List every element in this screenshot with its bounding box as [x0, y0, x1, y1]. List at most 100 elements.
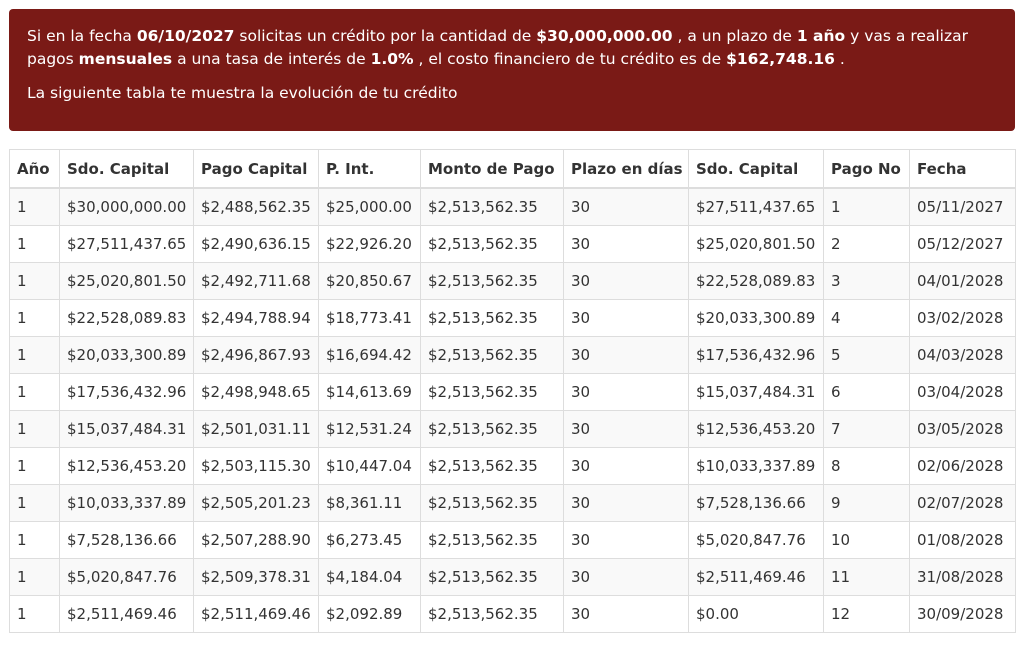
cell-term-days: 30: [563, 225, 689, 263]
cell-year: 1: [9, 262, 60, 300]
cell-interest: $4,184.04: [318, 558, 421, 596]
cell-opening-balance: $15,037,484.31: [59, 410, 194, 448]
cell-date: 03/04/2028: [909, 373, 1016, 411]
cell-date: 02/06/2028: [909, 447, 1016, 485]
cell-year: 1: [9, 187, 60, 226]
cell-payment-amount: $2,513,562.35: [420, 187, 564, 226]
cell-closing-balance: $22,528,089.83: [688, 262, 824, 300]
cell-payment-number: 12: [823, 595, 910, 633]
cell-closing-balance: $7,528,136.66: [688, 484, 824, 522]
cell-term-days: 30: [563, 484, 689, 522]
cell-date: 30/09/2028: [909, 595, 1016, 633]
cell-interest: $12,531.24: [318, 410, 421, 448]
credit-summary-banner: Si en la fecha 06/10/2027 solicitas un c…: [9, 9, 1015, 131]
cell-payment-amount: $2,513,562.35: [420, 595, 564, 633]
cell-payment-number: 2: [823, 225, 910, 263]
cell-payment-amount: $2,513,562.35: [420, 373, 564, 411]
cell-closing-balance: $2,511,469.46: [688, 558, 824, 596]
cell-payment-number: 1: [823, 187, 910, 226]
column-header-payment-number: Pago No: [823, 149, 910, 189]
cell-principal-payment: $2,503,115.30: [193, 447, 319, 485]
cell-principal-payment: $2,511,469.46: [193, 595, 319, 633]
cell-year: 1: [9, 410, 60, 448]
table-row: 1 $10,033,337.89 $2,505,201.23 $8,361.11 $2,…: [9, 484, 1016, 522]
cell-principal-payment: $2,509,378.31: [193, 558, 319, 596]
cell-payment-number: 3: [823, 262, 910, 300]
cell-term-days: 30: [563, 336, 689, 374]
column-header-year: Año: [9, 149, 60, 189]
cell-interest: $22,926.20: [318, 225, 421, 263]
cell-date: 03/02/2028: [909, 299, 1016, 337]
cell-principal-payment: $2,496,867.93: [193, 336, 319, 374]
credit-amount: $30,000,000.00: [536, 27, 673, 45]
table-intro-text: La siguiente tabla te muestra la evoluci…: [27, 84, 458, 102]
cell-payment-amount: $2,513,562.35: [420, 410, 564, 448]
table-row: 1 $27,511,437.65 $2,490,636.15 $22,926.20 $2…: [9, 225, 1016, 263]
financial-cost: $162,748.16: [726, 50, 835, 68]
cell-year: 1: [9, 558, 60, 596]
cell-opening-balance: $17,536,432.96: [59, 373, 194, 411]
cell-opening-balance: $12,536,453.20: [59, 447, 194, 485]
summary-text: solicitas un crédito por la cantidad de: [234, 27, 537, 45]
cell-closing-balance: $17,536,432.96: [688, 336, 824, 374]
cell-date: 04/01/2028: [909, 262, 1016, 300]
payment-frequency: mensuales: [78, 50, 173, 68]
cell-term-days: 30: [563, 373, 689, 411]
cell-principal-payment: $2,492,711.68: [193, 262, 319, 300]
cell-year: 1: [9, 336, 60, 374]
cell-payment-amount: $2,513,562.35: [420, 521, 564, 559]
cell-date: 04/03/2028: [909, 336, 1016, 374]
column-header-date: Fecha: [909, 149, 1016, 189]
cell-term-days: 30: [563, 187, 689, 226]
cell-year: 1: [9, 373, 60, 411]
column-header-closing-balance: Sdo. Capital: [688, 149, 824, 189]
table-row: 1 $25,020,801.50 $2,492,711.68 $20,850.67 $2…: [9, 262, 1016, 300]
cell-term-days: 30: [563, 410, 689, 448]
table-row: 1 $30,000,000.00 $2,488,562.35 $25,000.00 $2…: [9, 187, 1016, 226]
summary-text: Si en la fecha: [27, 27, 137, 45]
cell-date: 31/08/2028: [909, 558, 1016, 596]
cell-interest: $6,273.45: [318, 521, 421, 559]
table-row: 1 $2,511,469.46 $2,511,469.46 $2,092.89 $2,5…: [9, 595, 1016, 633]
column-header-opening-balance: Sdo. Capital: [59, 149, 194, 189]
column-header-interest: P. Int.: [318, 149, 421, 189]
cell-opening-balance: $7,528,136.66: [59, 521, 194, 559]
cell-year: 1: [9, 299, 60, 337]
cell-principal-payment: $2,488,562.35: [193, 187, 319, 226]
cell-term-days: 30: [563, 262, 689, 300]
cell-principal-payment: $2,507,288.90: [193, 521, 319, 559]
cell-payment-number: 5: [823, 336, 910, 374]
cell-interest: $25,000.00: [318, 187, 421, 226]
cell-date: 01/08/2028: [909, 521, 1016, 559]
cell-opening-balance: $22,528,089.83: [59, 299, 194, 337]
table-row: 1 $15,037,484.31 $2,501,031.11 $12,531.24 $2…: [9, 410, 1016, 448]
cell-payment-amount: $2,513,562.35: [420, 558, 564, 596]
cell-closing-balance: $5,020,847.76: [688, 521, 824, 559]
cell-payment-number: 8: [823, 447, 910, 485]
cell-year: 1: [9, 484, 60, 522]
interest-rate: 1.0%: [370, 50, 414, 68]
cell-interest: $10,447.04: [318, 447, 421, 485]
cell-payment-amount: $2,513,562.35: [420, 336, 564, 374]
cell-closing-balance: $10,033,337.89: [688, 447, 824, 485]
cell-principal-payment: $2,501,031.11: [193, 410, 319, 448]
cell-interest: $16,694.42: [318, 336, 421, 374]
cell-year: 1: [9, 595, 60, 633]
cell-year: 1: [9, 521, 60, 559]
cell-payment-number: 4: [823, 299, 910, 337]
cell-interest: $18,773.41: [318, 299, 421, 337]
cell-date: 02/07/2028: [909, 484, 1016, 522]
cell-closing-balance: $25,020,801.50: [688, 225, 824, 263]
request-date: 06/10/2027: [136, 27, 235, 45]
cell-date: 03/05/2028: [909, 410, 1016, 448]
cell-interest: $8,361.11: [318, 484, 421, 522]
cell-interest: $20,850.67: [318, 262, 421, 300]
cell-payment-number: 9: [823, 484, 910, 522]
summary-text: , el costo financiero de tu crédito es d…: [413, 50, 727, 68]
cell-payment-amount: $2,513,562.35: [420, 484, 564, 522]
cell-payment-number: 6: [823, 373, 910, 411]
cell-payment-amount: $2,513,562.35: [420, 225, 564, 263]
summary-text: .: [834, 50, 845, 68]
cell-closing-balance: $12,536,453.20: [688, 410, 824, 448]
table-row: 1 $7,528,136.66 $2,507,288.90 $6,273.45 $2,5…: [9, 521, 1016, 559]
